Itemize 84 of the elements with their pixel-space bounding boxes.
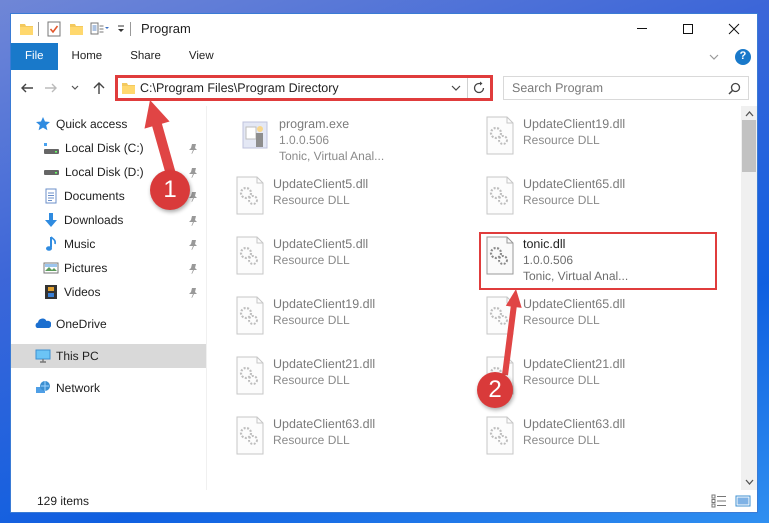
sidebar-item[interactable]: Music (43, 235, 96, 253)
ribbon-tab[interactable]: Home (58, 43, 116, 70)
sidebar-item[interactable]: Downloads (43, 211, 124, 229)
sidebar-item[interactable]: Videos (43, 283, 100, 301)
picture-icon (43, 260, 59, 276)
gear-file-icon (485, 416, 515, 456)
file-detail: Resource DLL (523, 132, 601, 148)
properties-icon[interactable] (90, 20, 110, 36)
search-field[interactable]: Search Program (503, 76, 749, 100)
gear-file-icon (485, 116, 515, 156)
scroll-up-icon[interactable] (744, 110, 754, 118)
help-button[interactable]: ? (735, 48, 751, 64)
file-detail: Resource DLL (523, 312, 601, 328)
file-detail: 1.0.0.506 (523, 252, 574, 268)
file-name[interactable]: tonic.dll (523, 236, 628, 252)
file-name[interactable]: UpdateClient19.dll (273, 296, 376, 312)
sidebar-item[interactable]: Local Disk (C:) (43, 139, 144, 157)
file-detail: Resource DLL (273, 252, 351, 268)
scroll-down-icon[interactable] (744, 478, 754, 486)
gear-file-icon (235, 296, 265, 336)
music-note-icon (43, 236, 59, 252)
film-icon (43, 284, 59, 300)
window-title: Program (141, 20, 191, 38)
file-name[interactable]: UpdateClient21.dll (273, 356, 376, 372)
address-bar[interactable]: C:\Program Files\Program Directory (115, 75, 493, 101)
details-view-icon[interactable] (711, 494, 727, 508)
file-detail: Tonic, Virtual Anal... (523, 268, 628, 284)
sidebar-item[interactable]: Pictures (43, 259, 108, 277)
sidebar-item[interactable]: Local Disk (D:) (43, 163, 144, 181)
folder-icon (121, 80, 136, 96)
file-name[interactable]: UpdateClient5.dll (273, 236, 368, 252)
file-detail: 1.0.0.506 (279, 132, 330, 148)
file-name[interactable]: program.exe (279, 116, 384, 132)
file-detail: Tonic, Virtual Anal... (279, 148, 384, 164)
address-path: C:\Program Files\Program Directory (140, 80, 340, 97)
drive-icon (44, 142, 59, 154)
close-icon (728, 22, 740, 34)
collapse-chevron-icon[interactable] (709, 52, 719, 60)
file-name[interactable]: UpdateClient5.dll (273, 176, 368, 192)
sidebar-item[interactable]: Network (35, 379, 100, 397)
gear-file-icon (235, 356, 265, 396)
sidebar-item[interactable]: Documents (43, 187, 125, 205)
file-detail: Resource DLL (273, 432, 351, 448)
sidebar-item[interactable]: Quick access (35, 115, 128, 133)
gear-file-icon (485, 236, 515, 276)
item-count: 129 items (37, 493, 90, 510)
network-icon (35, 380, 51, 396)
search-icon (728, 82, 741, 95)
forward-arrow-icon (44, 82, 58, 94)
file-name[interactable]: UpdateClient63.dll (273, 416, 376, 432)
file-name[interactable]: UpdateClient21.dll (523, 356, 626, 372)
gear-file-icon (485, 176, 515, 216)
file-name[interactable]: UpdateClient65.dll (523, 296, 626, 312)
monitor-icon (35, 348, 51, 364)
download-arrow-icon (43, 212, 59, 228)
document-icon (43, 188, 59, 204)
file-name[interactable]: UpdateClient19.dll (523, 116, 626, 132)
ribbon-tab[interactable]: File (11, 43, 58, 70)
sidebar-item[interactable]: OneDrive (35, 315, 107, 333)
ribbon-tab[interactable]: View (174, 43, 228, 70)
drive-icon (44, 170, 59, 174)
gear-file-icon (235, 236, 265, 276)
star-icon (35, 116, 51, 132)
file-detail: Resource DLL (273, 192, 351, 208)
large-icons-view-icon[interactable] (735, 494, 751, 508)
file-detail: Resource DLL (273, 312, 351, 328)
file-detail: Resource DLL (523, 432, 601, 448)
file-detail: Resource DLL (523, 372, 601, 388)
scrollbar-thumb[interactable] (742, 120, 756, 172)
back-arrow-icon (20, 82, 34, 94)
gear-file-icon (235, 416, 265, 456)
gear-file-icon (235, 176, 265, 216)
checklist-icon[interactable] (47, 20, 61, 36)
file-name[interactable]: UpdateClient63.dll (523, 416, 626, 432)
up-arrow-icon (92, 82, 106, 94)
scrollbar[interactable] (741, 106, 757, 490)
ribbon-tab[interactable]: Share (116, 43, 175, 70)
dropdown-chevron-icon[interactable] (451, 84, 461, 92)
maximize-icon (682, 22, 694, 34)
sidebar-item[interactable]: This PC (35, 347, 99, 365)
file-detail: Resource DLL (273, 372, 351, 388)
file-name[interactable]: UpdateClient65.dll (523, 176, 626, 192)
file-detail: Resource DLL (523, 192, 601, 208)
refresh-icon[interactable] (472, 81, 486, 95)
